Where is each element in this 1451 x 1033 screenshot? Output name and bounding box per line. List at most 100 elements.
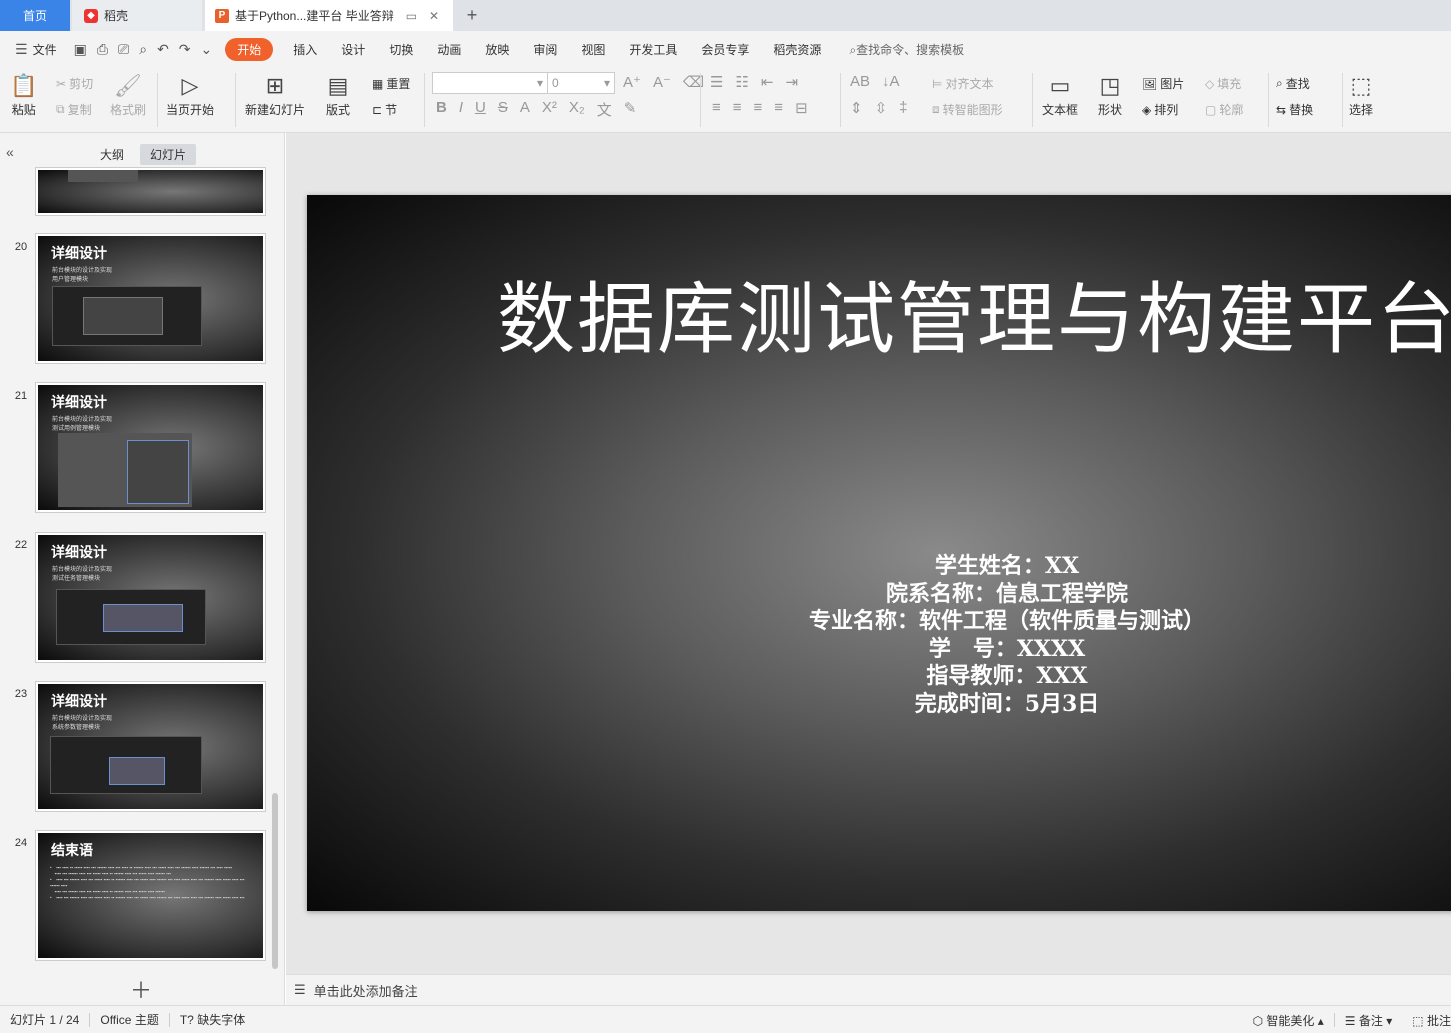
menu-transition[interactable]: 切换 xyxy=(377,41,425,58)
collapse-panel-icon[interactable]: « xyxy=(6,144,14,160)
missing-font-button[interactable]: T? 缺失字体 xyxy=(170,1011,255,1028)
notes-bar[interactable]: ☰ 单击此处添加备注 xyxy=(286,974,1451,1005)
menu-member[interactable]: 会员专享 xyxy=(689,41,761,58)
theme-name[interactable]: Office 主题 xyxy=(90,1011,168,1028)
arrange-icon: ◈ xyxy=(1142,102,1152,117)
replace-button[interactable]: ⇆ 替换 xyxy=(1276,101,1313,118)
add-slide-icon[interactable]: ＋ xyxy=(130,973,152,1005)
tab-home[interactable]: 首页 xyxy=(0,0,70,31)
copy-button[interactable]: ⧉ 复制 xyxy=(56,101,92,118)
slide-info-block[interactable]: 学生姓名：XX 院系名称：信息工程学院 专业名称：软件工程（软件质量与测试） 学… xyxy=(657,553,1357,718)
paste-button[interactable]: 📋 粘贴 xyxy=(10,71,37,118)
select-button[interactable]: ⬚ 选择 xyxy=(1349,71,1373,118)
line-spacing-icon[interactable]: ⇕ xyxy=(850,99,863,117)
tab-outline[interactable]: 大纲 xyxy=(90,144,134,165)
strikethrough-icon[interactable]: S xyxy=(498,99,508,120)
advisor-line: 指导教师：XXX xyxy=(926,663,1088,689)
slide-thumbnail[interactable] xyxy=(35,167,266,216)
section-button[interactable]: ⊏ 节 xyxy=(372,101,397,118)
arrange-button[interactable]: ◈ 排列 xyxy=(1142,101,1178,118)
save-icon[interactable]: ▣ xyxy=(69,41,92,58)
align-center-icon[interactable]: ≡ xyxy=(733,99,742,117)
align-left-icon[interactable]: ≡ xyxy=(712,99,721,117)
bullet-list-icon[interactable]: ☰ xyxy=(710,73,723,91)
menu-view[interactable]: 视图 xyxy=(569,41,617,58)
format-painter-button[interactable]: 🖌 格式刷 xyxy=(110,71,146,118)
cut-button[interactable]: ✂ 剪切 xyxy=(56,75,93,92)
new-slide-button[interactable]: ⊞ 新建幻灯片 xyxy=(245,71,305,118)
italic-icon[interactable]: I xyxy=(459,99,463,120)
text-box-abc-icon[interactable]: AB xyxy=(850,73,870,90)
paragraph-spacing-icon[interactable]: ⇳ xyxy=(875,99,888,117)
play-from-current-button[interactable]: ▷ 当页开始 xyxy=(166,71,214,118)
slide-thumbnail[interactable]: 详细设计 前台模块的设计及实现 测试任务管理模块 xyxy=(35,532,266,663)
column-spacing-icon[interactable]: ‡ xyxy=(899,99,907,117)
decrease-indent-icon[interactable]: ⇤ xyxy=(761,73,774,91)
phonetic-icon[interactable]: 文 xyxy=(597,99,612,120)
text-direction-icon[interactable]: ↓A xyxy=(882,73,900,90)
picture-button[interactable]: 🖼 图片 xyxy=(1142,75,1184,92)
numbered-list-icon[interactable]: ☷ xyxy=(735,73,748,91)
subscript-icon[interactable]: X₂ xyxy=(569,99,585,120)
align-text-button[interactable]: ⊨ 对齐文本 xyxy=(932,75,993,92)
align-right-icon[interactable]: ≡ xyxy=(754,99,763,117)
print-preview-icon[interactable]: ⌕ xyxy=(134,41,152,58)
font-family-select[interactable]: ▾ xyxy=(432,72,548,94)
layout-button[interactable]: ▤ 版式 xyxy=(326,71,350,118)
textbox-button[interactable]: ▭ 文本框 xyxy=(1042,71,1078,118)
outline-button[interactable]: ▢ 轮廓 xyxy=(1205,101,1243,118)
reset-button[interactable]: ▦ 重置 xyxy=(372,75,410,92)
undo-icon[interactable]: ↶ xyxy=(152,41,174,58)
menu-daoke-resources[interactable]: 稻壳资源 xyxy=(761,41,833,58)
document-tab-bar: 首页 ◆ 稻壳 P 基于Python...建平台 毕业答辩 ▭ ✕ + xyxy=(0,0,1451,31)
superscript-icon[interactable]: X² xyxy=(542,99,557,120)
monitor-icon[interactable]: ▭ xyxy=(406,9,417,23)
command-search[interactable]: ⌕查找命令、搜索模板 xyxy=(849,41,964,58)
font-color-icon[interactable]: A xyxy=(520,99,530,120)
menu-home[interactable]: 开始 xyxy=(225,37,274,61)
shape-button[interactable]: ◳ 形状 xyxy=(1098,71,1122,118)
menu-design[interactable]: 设计 xyxy=(329,41,377,58)
menu-developer[interactable]: 开发工具 xyxy=(617,41,689,58)
font-size-select[interactable]: 0 ▾ xyxy=(547,72,615,94)
slide-thumbnail[interactable]: 结束语 • ▪▪▪ ▪▪▪▪ ▪▪ ▪▪▪▪▪ ▪▪▪▪ ▪▪▪ ▪▪▪▪▪▪ … xyxy=(35,830,266,961)
redo-icon[interactable]: ↷ xyxy=(174,41,196,58)
convert-smartart-button[interactable]: ⧈ 转智能图形 xyxy=(932,101,1003,118)
menu-slideshow[interactable]: 放映 xyxy=(473,41,521,58)
customize-toolbar-icon[interactable]: ⌄ xyxy=(196,41,218,58)
increase-font-icon[interactable]: A⁺ xyxy=(623,73,641,91)
find-button[interactable]: ⌕ 查找 xyxy=(1276,75,1310,92)
slide-thumbnail[interactable]: 详细设计 前台模块的设计及实现 测试用例管理模块 xyxy=(35,382,266,513)
slide-thumbnail[interactable]: 详细设计 前台模块的设计及实现 用户管理模块 xyxy=(35,233,266,364)
new-tab-button[interactable]: + xyxy=(460,0,484,31)
distribute-icon[interactable]: ⊟ xyxy=(795,99,808,117)
highlight-icon[interactable]: ✎ xyxy=(624,99,637,120)
font-style-group: B I U S A X² X₂ 文 ✎ xyxy=(436,99,636,120)
print-icon[interactable]: ⎚ xyxy=(113,41,134,58)
menu-insert[interactable]: 插入 xyxy=(281,41,329,58)
underline-icon[interactable]: U xyxy=(475,99,486,120)
play-icon: ▷ xyxy=(181,73,199,98)
slide-title[interactable]: 数据库测试管理与构建平台 xyxy=(497,257,1451,369)
tab-slides[interactable]: 幻灯片 xyxy=(140,144,197,165)
decrease-font-icon[interactable]: A⁻ xyxy=(653,73,671,91)
tab-daoke[interactable]: ◆ 稻壳 xyxy=(72,0,202,31)
comment-button[interactable]: ⬚ 批注 xyxy=(1402,1012,1451,1029)
close-icon[interactable]: ✕ xyxy=(429,9,439,23)
new-slide-label: 新建幻灯片 xyxy=(245,103,306,117)
export-pdf-icon[interactable]: ⎙ xyxy=(92,41,113,58)
bold-icon[interactable]: B xyxy=(436,99,447,120)
fill-button[interactable]: ◇ 填充 xyxy=(1205,75,1241,92)
slide-thumbnail[interactable]: 详细设计 前台模块的设计及实现 系统参数管理模块 xyxy=(35,681,266,812)
current-slide[interactable]: 数据库测试管理与构建平台 学生姓名：XX 院系名称：信息工程学院 专业名称：软件… xyxy=(307,195,1451,911)
smart-beautify-button[interactable]: ⬡ 智能美化 ▴ xyxy=(1243,1012,1334,1029)
notes-toggle-button[interactable]: ☰ 备注 ▾ xyxy=(1335,1012,1403,1029)
menu-review[interactable]: 审阅 xyxy=(521,41,569,58)
menu-animation[interactable]: 动画 xyxy=(425,41,473,58)
tab-document[interactable]: P 基于Python...建平台 毕业答辩 ▭ ✕ xyxy=(205,0,453,31)
thumbnail-scrollbar[interactable] xyxy=(272,793,278,969)
increase-indent-icon[interactable]: ⇥ xyxy=(785,73,798,91)
justify-icon[interactable]: ≡ xyxy=(774,99,783,117)
hamburger-menu-icon[interactable]: ☰ xyxy=(10,41,33,58)
menu-file[interactable]: 文件 xyxy=(33,41,69,58)
